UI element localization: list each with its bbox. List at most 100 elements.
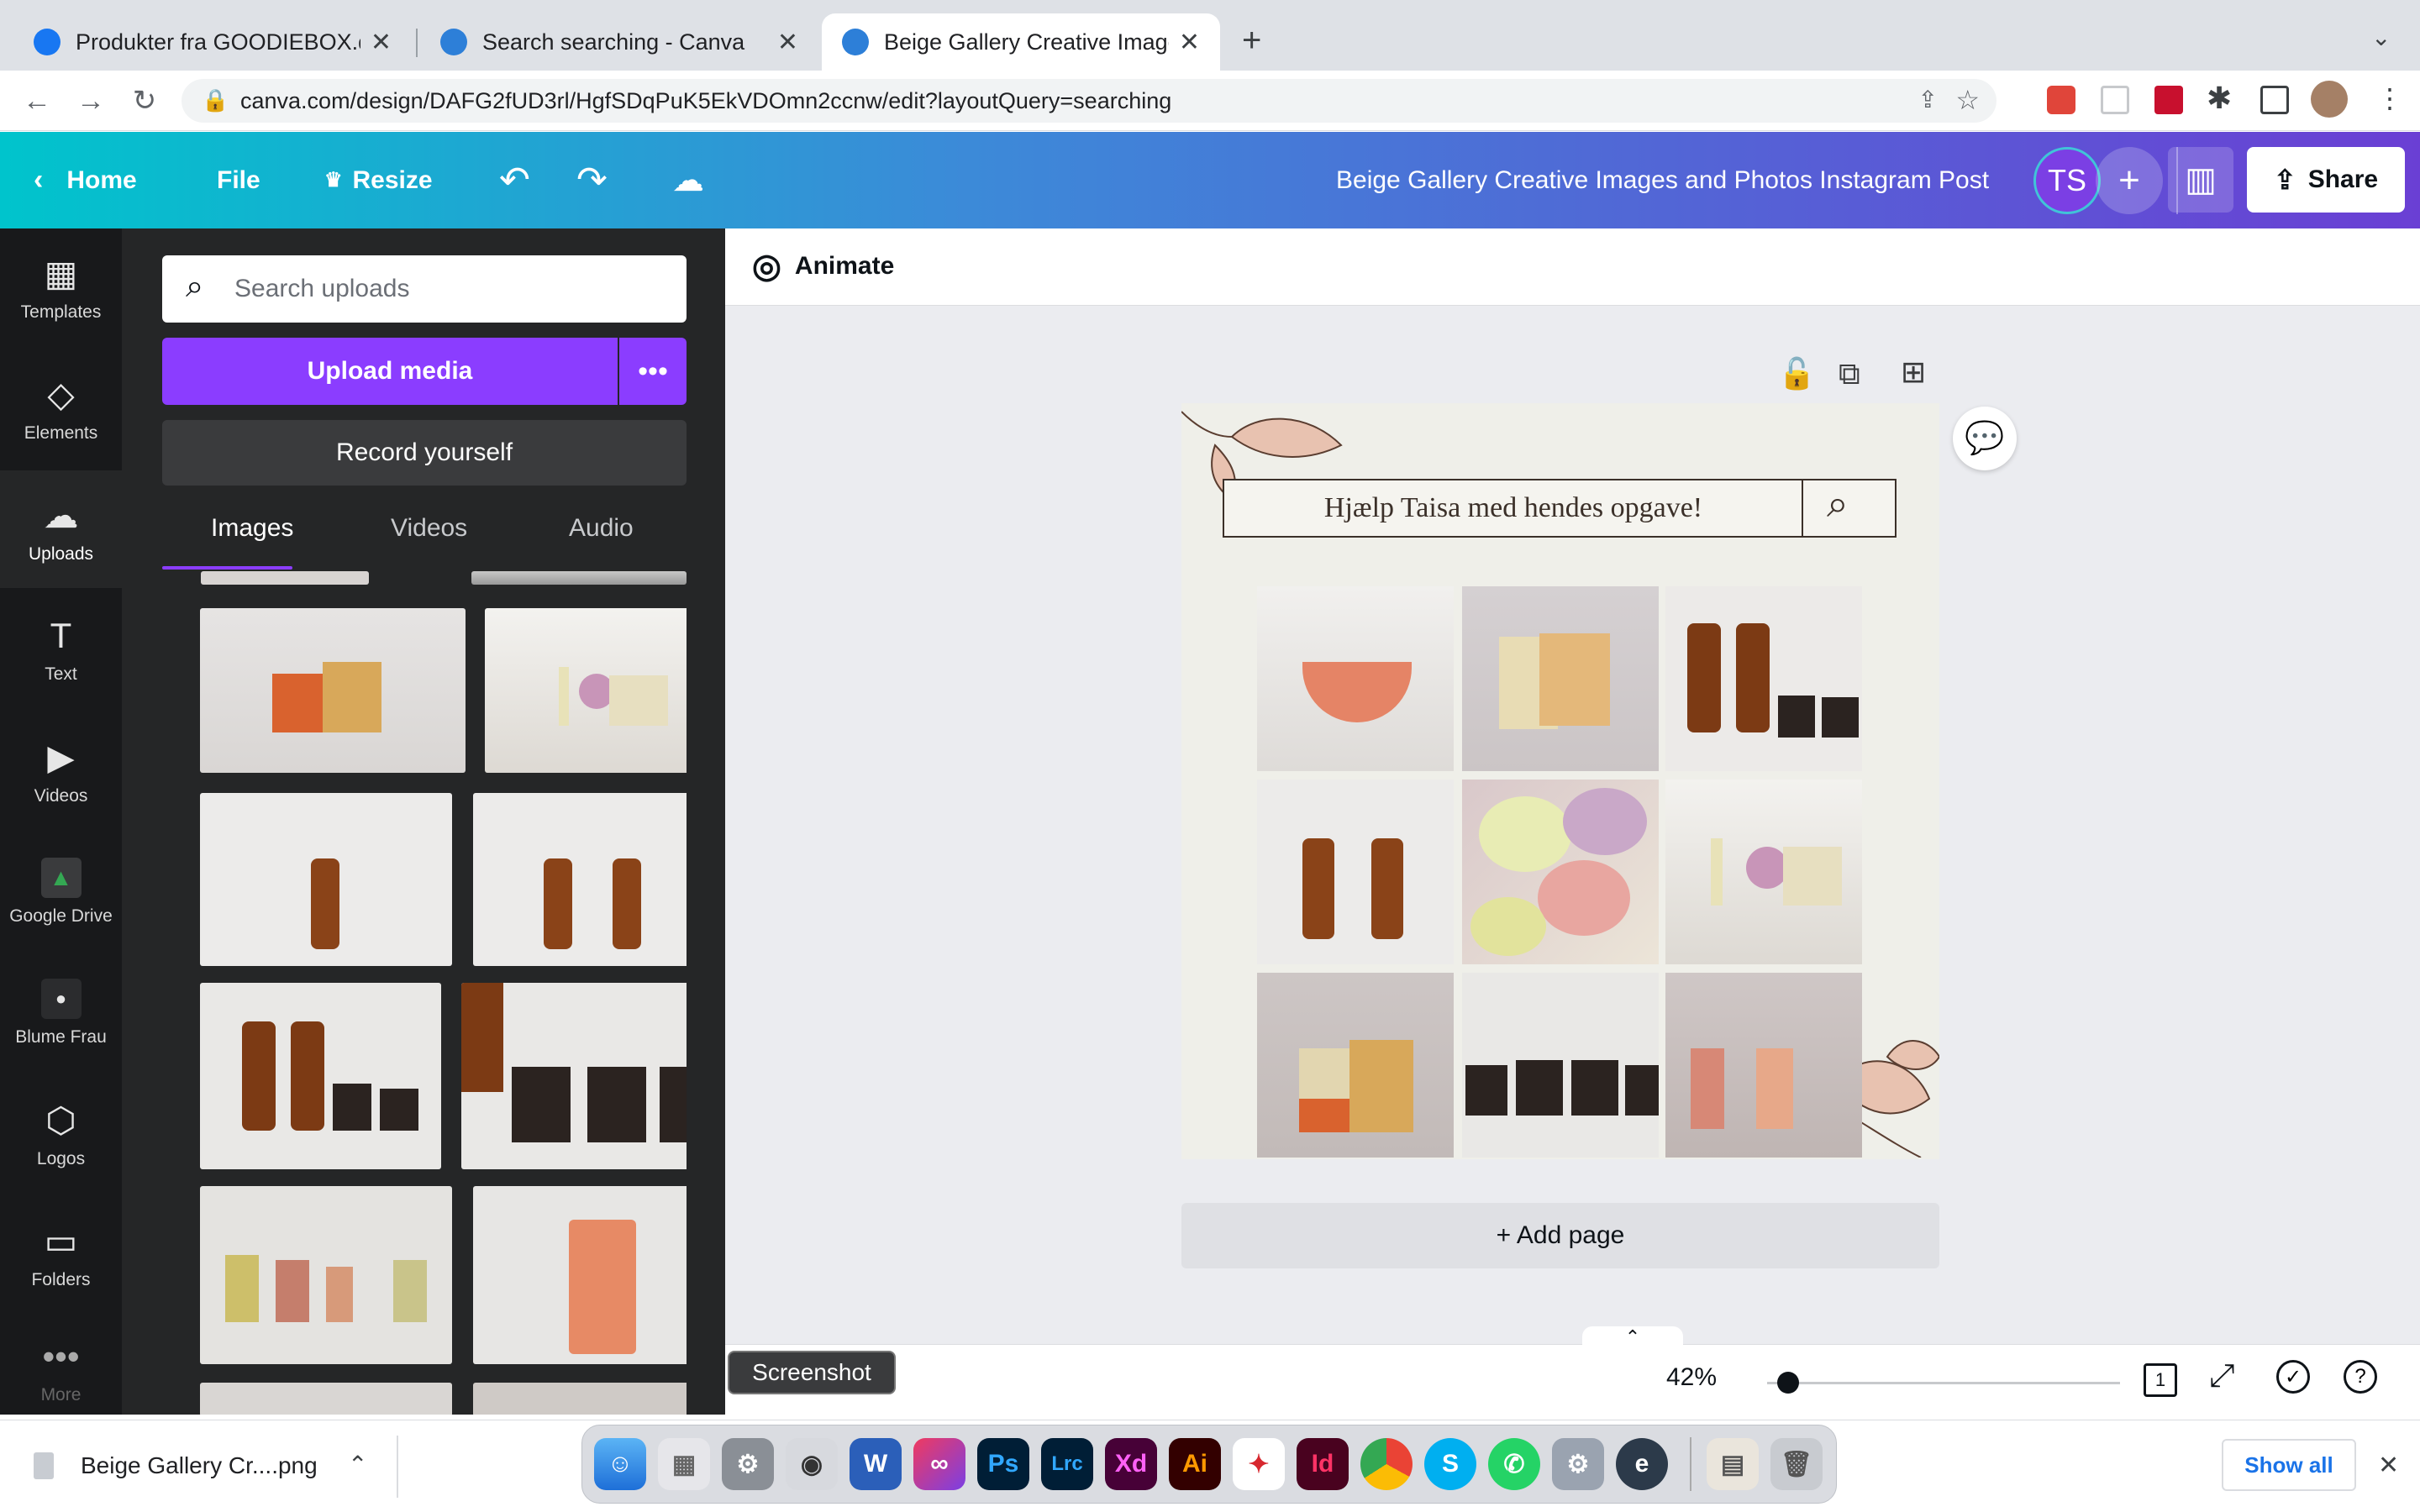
tab-videos[interactable]: Videos xyxy=(391,514,467,543)
tab-audio[interactable]: Audio xyxy=(569,514,634,543)
rail-templates[interactable]: ▦ Templates xyxy=(0,228,122,346)
upload-thumbnail-bottles[interactable] xyxy=(473,793,687,966)
evernote-icon[interactable]: e xyxy=(1616,1438,1668,1490)
url-omnibox[interactable]: 🔒 canva.com/design/DAFG2fUD3rl/HgfSDqPuK… xyxy=(182,79,1996,123)
add-page-icon[interactable]: ⊞ xyxy=(1901,354,1926,390)
upload-thumbnail-set[interactable] xyxy=(200,983,441,1169)
launchpad-icon[interactable]: ▦ xyxy=(658,1438,710,1490)
design-photo-boxes[interactable] xyxy=(1257,973,1454,1158)
rail-blume-frau[interactable]: ● Blume Frau xyxy=(0,954,122,1072)
undo-icon[interactable]: ↶ xyxy=(499,132,530,228)
skype-icon[interactable]: S xyxy=(1424,1438,1476,1490)
document-title[interactable]: Beige Gallery Creative Images and Photos… xyxy=(1336,132,1989,228)
share-page-icon[interactable]: ⇪ xyxy=(1918,86,1938,113)
show-all-downloads-button[interactable]: Show all xyxy=(2222,1439,2356,1491)
browser-menu-icon[interactable]: ⋮ xyxy=(2376,82,2403,114)
close-tab-icon[interactable]: ✕ xyxy=(371,28,392,57)
duplicate-page-icon[interactable]: ⧉ xyxy=(1839,356,1860,392)
extensions-puzzle-icon[interactable]: ✱ xyxy=(2207,81,2232,116)
design-photo-bottles-set[interactable] xyxy=(1665,586,1862,771)
rail-elements[interactable]: ◇ Elements xyxy=(0,349,122,467)
new-tab-button[interactable]: + xyxy=(1242,22,1261,60)
upload-thumbnail[interactable] xyxy=(471,571,687,585)
upload-media-button[interactable]: Upload media xyxy=(162,338,618,405)
chrome-icon[interactable] xyxy=(1360,1438,1413,1490)
design-photo-soap[interactable] xyxy=(1462,586,1659,771)
rail-folders[interactable]: ▭ Folders xyxy=(0,1196,122,1314)
design-photo-bottles[interactable] xyxy=(1257,780,1454,964)
close-tab-icon[interactable]: ✕ xyxy=(1179,28,1200,57)
profile-avatar[interactable] xyxy=(2311,81,2348,118)
zoom-slider-track[interactable] xyxy=(1767,1382,2120,1384)
sidebar-toggle-icon[interactable] xyxy=(2260,86,2289,114)
system-preferences-icon[interactable]: ⚙ xyxy=(722,1438,774,1490)
lightroom-classic-icon[interactable]: Lrc xyxy=(1041,1438,1093,1490)
invite-plus-icon[interactable]: + xyxy=(2096,147,2163,214)
settings-gear-icon[interactable]: ⚙ xyxy=(1552,1438,1604,1490)
search-uploads-input[interactable]: ⌕ Search uploads xyxy=(162,255,687,323)
upload-thumbnail[interactable] xyxy=(200,1383,452,1415)
extension-mendeley-icon[interactable] xyxy=(2154,86,2183,114)
design-photo-jars[interactable] xyxy=(1462,973,1659,1158)
creative-cloud-icon[interactable]: ∞ xyxy=(913,1438,965,1490)
word-icon[interactable]: W xyxy=(850,1438,902,1490)
indesign-icon[interactable]: Id xyxy=(1297,1438,1349,1490)
rail-text[interactable]: T Text xyxy=(0,591,122,709)
user-avatar[interactable]: TS xyxy=(2033,147,2101,214)
xd-icon[interactable]: Xd xyxy=(1105,1438,1157,1490)
browser-tab-goodiebox[interactable]: Produkter fra GOODIEBOX.dk ( ✕ xyxy=(13,13,412,71)
upload-more-options-icon[interactable]: ••• xyxy=(619,338,687,405)
extension-gray-icon[interactable] xyxy=(2101,86,2129,114)
record-yourself-button[interactable]: Record yourself xyxy=(162,420,687,486)
photoshop-icon[interactable]: Ps xyxy=(977,1438,1029,1490)
redo-icon[interactable]: ↷ xyxy=(576,132,608,228)
finder-icon[interactable]: ☺ xyxy=(594,1438,646,1490)
show-pages-chevron-icon[interactable]: ⌃ xyxy=(1582,1326,1683,1347)
design-search-text[interactable]: Hjælp Taisa med hendes opgave! xyxy=(1224,480,1802,536)
trash-icon[interactable]: 🗑 xyxy=(1770,1438,1823,1490)
file-menu-button[interactable]: File xyxy=(217,132,260,228)
rail-more[interactable]: ••• More xyxy=(0,1312,122,1430)
upload-thumbnail-bottle[interactable] xyxy=(200,793,452,966)
screenshot-icon[interactable]: ◉ xyxy=(786,1438,838,1490)
rail-google-drive[interactable]: ▲ Google Drive xyxy=(0,833,122,951)
design-photo-vases[interactable] xyxy=(1665,973,1862,1158)
cloud-saved-icon[interactable]: ☁ xyxy=(672,132,704,228)
design-photo-bowl[interactable] xyxy=(1257,586,1454,771)
add-page-button[interactable]: + Add page xyxy=(1181,1203,1939,1268)
animate-button[interactable]: ◎ Animate xyxy=(752,247,894,286)
bookmark-star-icon[interactable]: ☆ xyxy=(1955,84,1980,116)
extension-red-icon[interactable] xyxy=(2047,86,2075,114)
rail-videos[interactable]: ▶ Videos xyxy=(0,712,122,830)
page-count[interactable]: 1 xyxy=(2144,1363,2177,1397)
design-photo-dishes[interactable] xyxy=(1462,780,1659,964)
upload-thumbnail-jars[interactable] xyxy=(461,983,687,1169)
lock-page-icon[interactable]: 🔓 xyxy=(1778,356,1816,391)
tab-search-chevron-icon[interactable]: ⌄ xyxy=(2371,24,2391,51)
browser-tab-beige-gallery[interactable]: Beige Gallery Creative Images ✕ xyxy=(822,13,1220,71)
acrobat-icon[interactable]: ✦ xyxy=(1233,1438,1285,1490)
tab-images[interactable]: Images xyxy=(211,514,293,543)
forward-arrow-icon[interactable]: → xyxy=(72,82,109,119)
upload-thumbnail[interactable] xyxy=(201,571,369,585)
share-button[interactable]: ⇪ Share xyxy=(2247,147,2405,213)
check-icon[interactable]: ✓ xyxy=(2276,1360,2310,1394)
download-options-chevron-icon[interactable]: ⌃ xyxy=(348,1451,367,1478)
reload-icon[interactable]: ↻ xyxy=(126,82,163,119)
design-photo-lipbalm[interactable] xyxy=(1665,780,1862,964)
zoom-level[interactable]: 42% xyxy=(1666,1363,1717,1392)
upload-thumbnail-lipbalm[interactable] xyxy=(485,608,687,773)
rail-uploads[interactable]: ☁ Uploads xyxy=(0,470,122,588)
upload-thumbnail-vase[interactable] xyxy=(473,1186,687,1364)
downloads-stack-icon[interactable]: ▤ xyxy=(1707,1438,1759,1490)
resize-button[interactable]: ♛ Resize xyxy=(324,132,433,228)
fullscreen-icon[interactable]: ⤢ xyxy=(2209,1358,2234,1394)
add-comment-icon[interactable]: 💬 xyxy=(1953,407,2017,470)
insights-chart-icon[interactable]: ▥ xyxy=(2168,147,2233,213)
home-button[interactable]: ‹ Home xyxy=(34,132,137,228)
close-tab-icon[interactable]: ✕ xyxy=(777,28,798,57)
browser-tab-search-canva[interactable]: Search searching - Canva ✕ xyxy=(420,13,818,71)
whatsapp-icon[interactable]: ✆ xyxy=(1488,1438,1540,1490)
illustrator-icon[interactable]: Ai xyxy=(1169,1438,1221,1490)
close-downloads-icon[interactable]: ✕ xyxy=(2378,1451,2399,1480)
